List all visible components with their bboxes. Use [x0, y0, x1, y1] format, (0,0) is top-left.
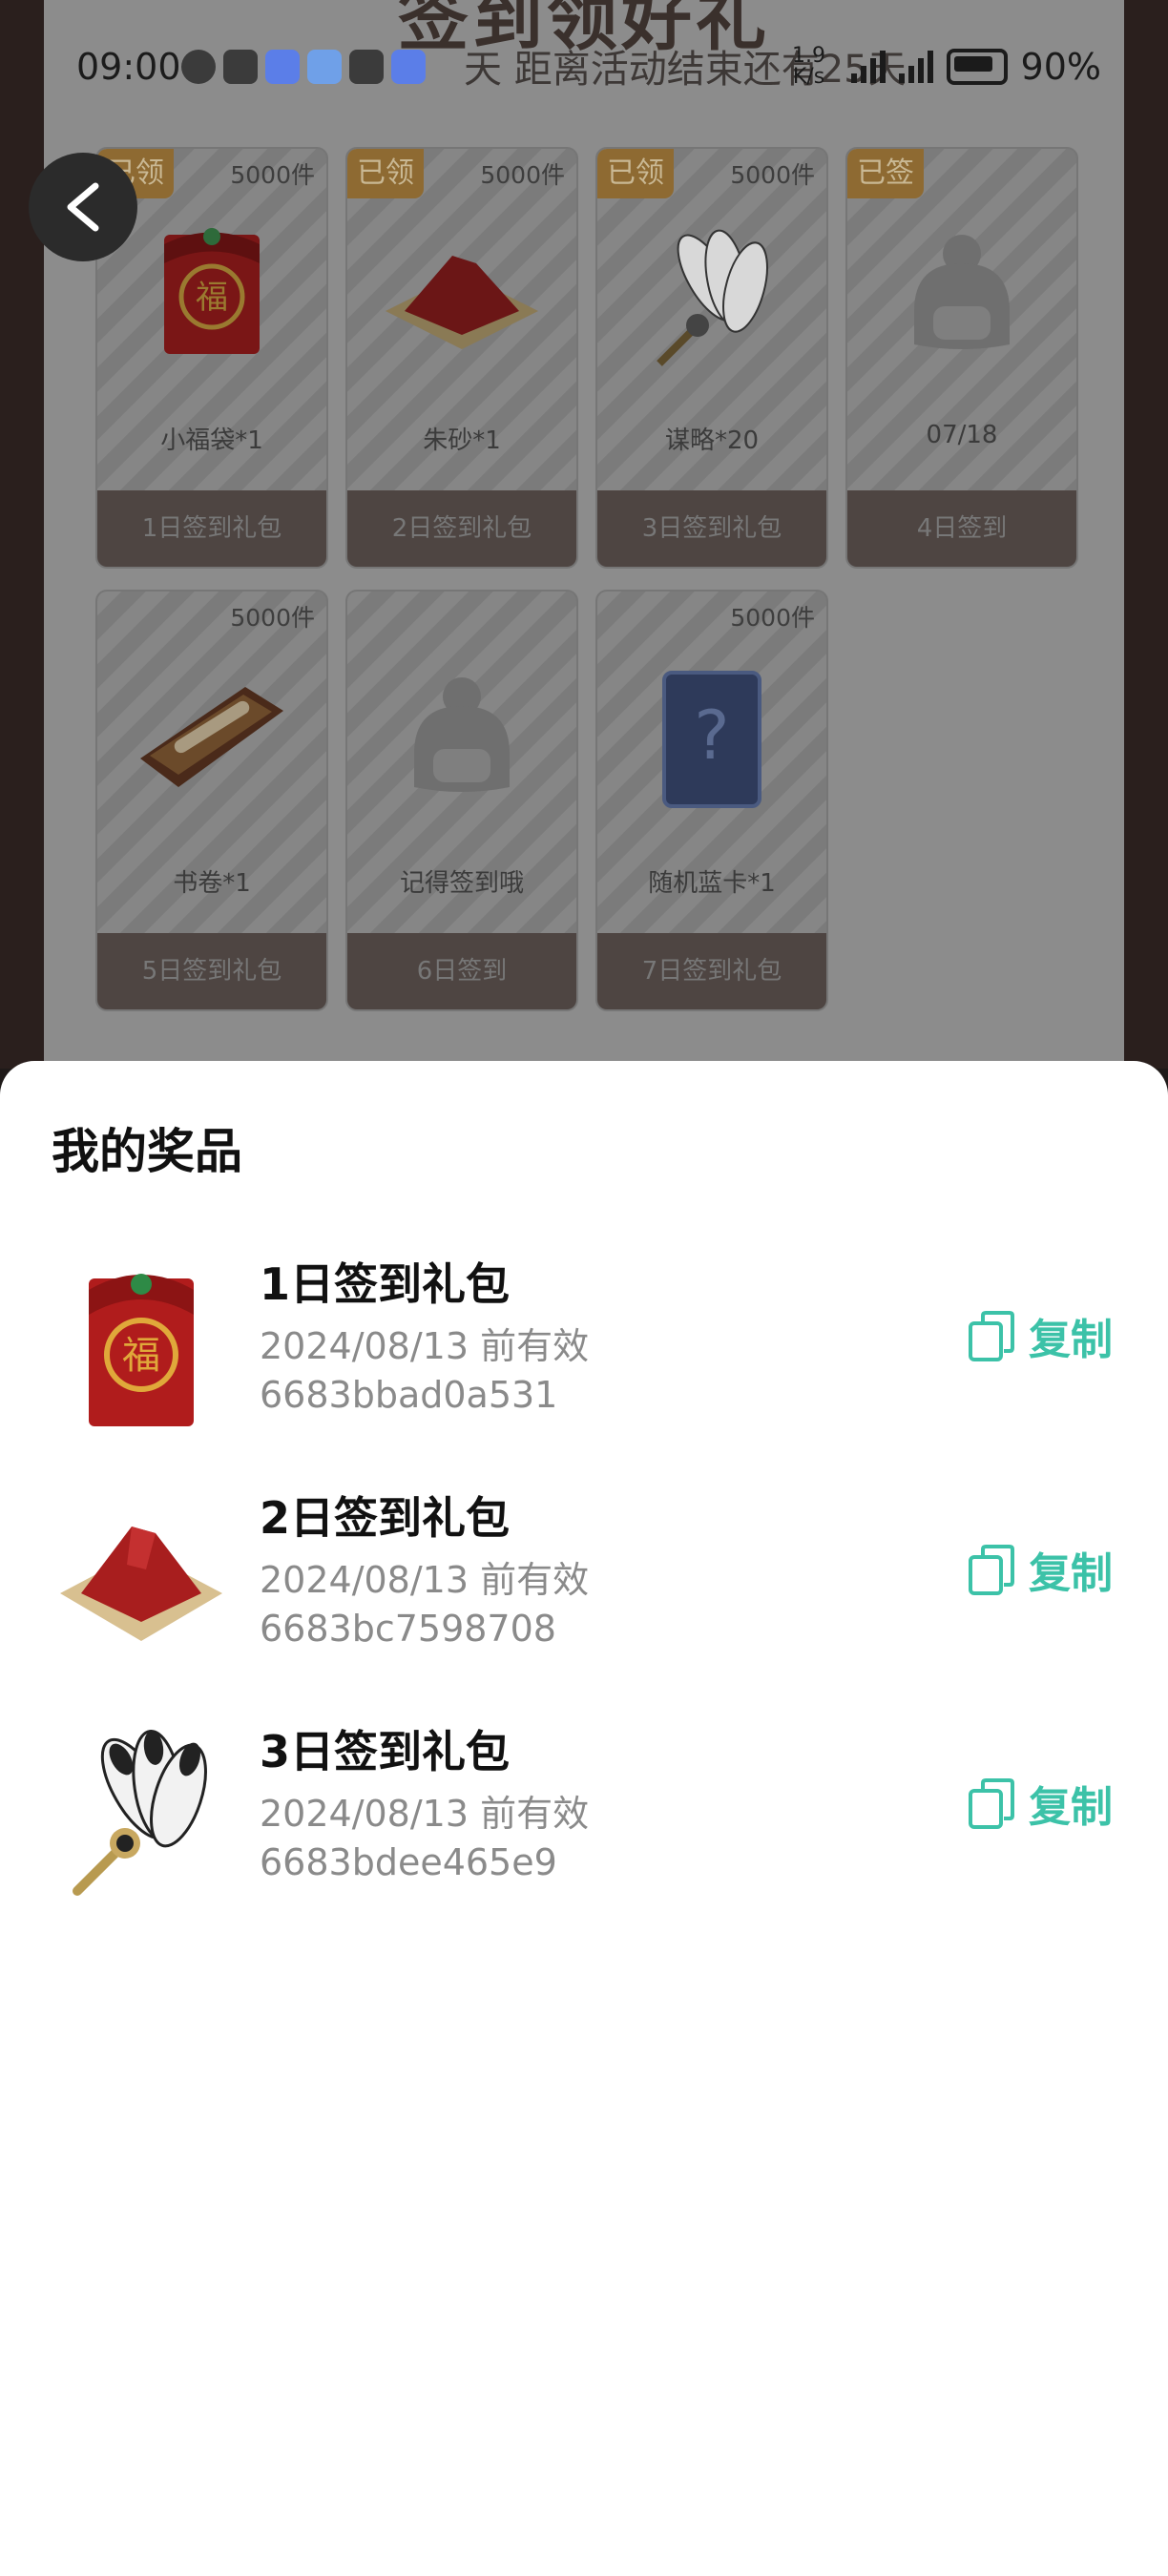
card-name: 朱砂*1	[423, 426, 501, 455]
copy-button[interactable]: 复制	[968, 1539, 1113, 1600]
feather-fan-icon	[55, 1717, 227, 1908]
prize-expiry: 2024/08/13 前有效	[260, 1325, 590, 1367]
card-name: 07/18	[926, 421, 998, 449]
prize-expiry: 2024/08/13 前有效	[260, 1793, 590, 1835]
copy-icon	[969, 1778, 1014, 1829]
status-bar: 09:00 1.9 K/s 90%	[0, 38, 1168, 95]
copy-button[interactable]: 复制	[968, 1305, 1113, 1366]
feather-fan-icon	[640, 225, 783, 372]
prize-name: 3日签到礼包	[260, 1726, 511, 1777]
prize-code: 6683bbad0a531	[260, 1374, 558, 1416]
card-footer: 1日签到礼包	[97, 490, 326, 567]
copy-button[interactable]: 复制	[968, 1773, 1113, 1834]
prize-code: 6683bc7598708	[260, 1608, 556, 1650]
mascot-icon	[905, 230, 1019, 358]
checkin-card-day5[interactable]: 5000件 书卷*1 5日签到礼包	[95, 590, 328, 1011]
store-icon	[265, 50, 300, 84]
card-footer: 3日签到礼包	[597, 490, 826, 567]
signed-tag: 已签	[847, 149, 924, 198]
svg-text:福: 福	[196, 279, 228, 317]
card-stock: 5000件	[230, 604, 315, 632]
card-name: 记得签到哦	[399, 869, 524, 898]
claimed-tag: 已领	[597, 149, 674, 198]
cloud-icon	[349, 50, 384, 84]
checkin-card-day6[interactable]: 记得签到哦 6日签到	[345, 590, 578, 1011]
prize-code: 6683bdee465e9	[260, 1841, 557, 1883]
status-time: 09:00	[76, 46, 181, 88]
cinnabar-icon	[55, 1484, 227, 1674]
card-stock: 5000件	[230, 161, 315, 189]
background-page: 签到领好礼 天 距离活动结束还有25天 已领 5000件 福 小福袋*1 1日签…	[0, 0, 1168, 1069]
sheet-title: 我的奖品	[52, 1124, 242, 1179]
battery-icon	[946, 49, 1008, 85]
prize-item: 3日签到礼包 2024/08/13 前有效 6683bdee465e9 复制	[0, 1717, 1168, 1937]
cinnabar-icon	[386, 244, 538, 353]
status-right: 1.9 K/s 90%	[781, 44, 1101, 89]
message-icon	[307, 50, 342, 84]
mascot-icon	[405, 673, 519, 800]
shield-icon	[391, 50, 426, 84]
notification-icons	[181, 50, 426, 84]
card-stock: 5000件	[480, 161, 565, 189]
prize-name: 2日签到礼包	[260, 1492, 511, 1544]
prize-name: 1日签到礼包	[260, 1258, 511, 1310]
card-footer: 2日签到礼包	[347, 490, 576, 567]
card-stock: 5000件	[730, 161, 815, 189]
my-prizes-sheet: 我的奖品 福 1日签到礼包 2024/08/13 前有效 6683bbad0a5…	[0, 1061, 1168, 2576]
card-footer: 7日签到礼包	[597, 933, 826, 1009]
prize-expiry: 2024/08/13 前有效	[260, 1559, 590, 1601]
red-envelope-icon: 福	[55, 1250, 227, 1441]
battery-level: 90%	[1020, 46, 1101, 88]
back-button[interactable]	[29, 153, 137, 261]
checkin-card-day2[interactable]: 已领 5000件 朱砂*1 2日签到礼包	[345, 147, 578, 569]
claimed-tag: 已领	[347, 149, 424, 198]
scroll-box-icon	[131, 668, 293, 805]
copy-label: 复制	[1029, 1783, 1113, 1832]
card-stock: 5000件	[730, 604, 815, 632]
copy-label: 复制	[1029, 1316, 1113, 1364]
net-speed: 1.9 K/s	[792, 44, 826, 89]
checkin-card-day3[interactable]: 已领 5000件 谋略*20 3日签到礼包	[595, 147, 828, 569]
copy-icon	[969, 1545, 1014, 1595]
bag-icon	[223, 50, 258, 84]
mystery-card-icon: ?	[659, 668, 764, 815]
signal-icon	[898, 51, 933, 83]
card-footer: 6日签到	[347, 933, 576, 1009]
prize-item: 2日签到礼包 2024/08/13 前有效 6683bc7598708 复制	[0, 1484, 1168, 1703]
card-footer: 4日签到	[847, 490, 1076, 567]
alarm-icon	[181, 50, 216, 84]
chevron-left-icon	[67, 182, 99, 232]
card-name: 书卷*1	[173, 869, 251, 898]
checkin-card-day4[interactable]: 已签 07/18 4日签到	[845, 147, 1078, 569]
card-name: 小福袋*1	[160, 426, 263, 455]
card-name: 谋略*20	[664, 426, 760, 455]
card-footer: 5日签到礼包	[97, 933, 326, 1009]
checkin-card-day7[interactable]: 5000件 ? 随机蓝卡*1 7日签到礼包	[595, 590, 828, 1011]
card-name: 随机蓝卡*1	[648, 869, 776, 898]
svg-text:福: 福	[122, 1334, 160, 1378]
copy-icon	[969, 1311, 1014, 1361]
red-envelope-icon: 福	[159, 216, 264, 363]
svg-text:?: ?	[694, 696, 729, 775]
prize-item: 福 1日签到礼包 2024/08/13 前有效 6683bbad0a531 复制	[0, 1250, 1168, 1469]
signal-icon	[850, 51, 886, 83]
copy-label: 复制	[1029, 1549, 1113, 1598]
